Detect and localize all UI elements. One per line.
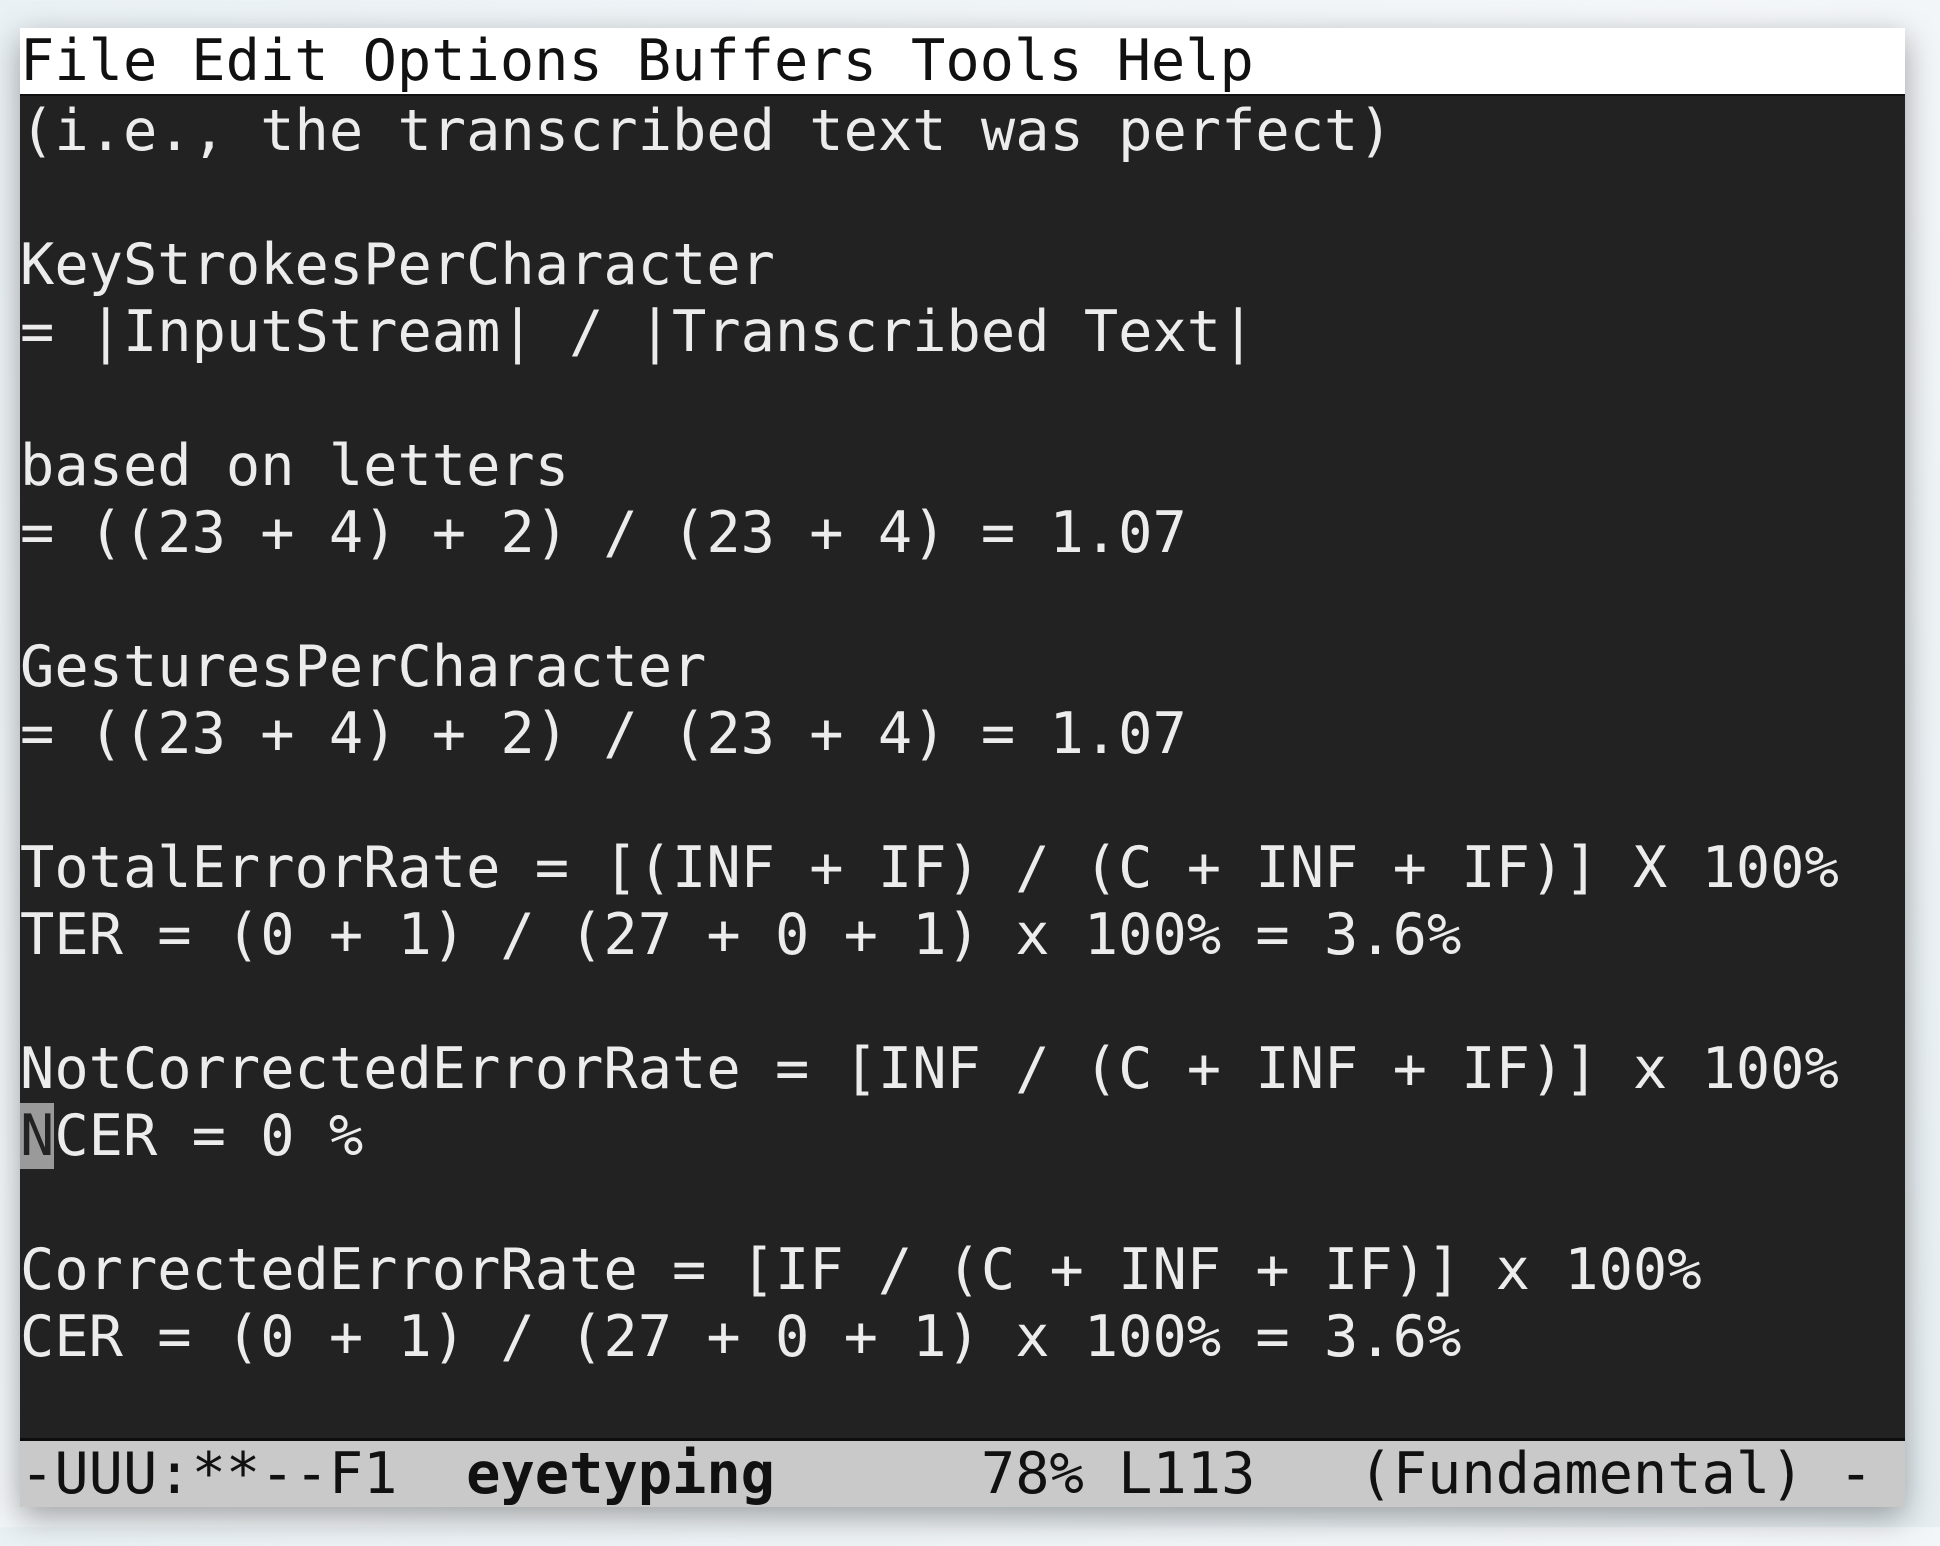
- modeline-position: 78% L113: [774, 1441, 1359, 1507]
- buffer-line: [20, 969, 1905, 1036]
- modeline-buffer-name[interactable]: eyetyping: [466, 1441, 775, 1507]
- buffer-line: = |InputStream| / |Transcribed Text|: [20, 299, 1256, 365]
- menu-buffers[interactable]: Buffers: [637, 28, 877, 94]
- menu-bar: File Edit Options Buffers Tools Help: [20, 28, 1905, 96]
- buffer-line: KeyStrokesPerCharacter: [20, 232, 775, 298]
- buffer-line-cursor: NCER = 0 %: [20, 1103, 1905, 1170]
- modeline-status: -UUU:**--F1: [20, 1441, 467, 1507]
- buffer-line: TotalErrorRate = [(INF + IF) / (C + INF …: [20, 835, 1839, 901]
- buffer-line: NotCorrectedErrorRate = [INF / (C + INF …: [20, 1036, 1839, 1102]
- buffer-line: [20, 165, 1905, 232]
- buffer-line: CorrectedErrorRate = [IF / (C + INF + IF…: [20, 1237, 1702, 1303]
- text-buffer[interactable]: (i.e., the transcribed text was perfect)…: [20, 96, 1905, 1438]
- modeline-major-mode[interactable]: (Fundamental) -: [1358, 1441, 1873, 1507]
- buffer-line: [20, 768, 1905, 835]
- buffer-line: based on letters: [20, 433, 570, 499]
- buffer-line: [20, 366, 1905, 433]
- buffer-line: CER = (0 + 1) / (27 + 0 + 1) x 100% = 3.…: [20, 1304, 1462, 1370]
- menu-help[interactable]: Help: [1117, 28, 1254, 94]
- buffer-line: GesturesPerCharacter: [20, 634, 707, 700]
- buffer-line: (i.e., the transcribed text was perfect): [20, 98, 1393, 164]
- mode-line: -UUU:**--F1 eyetyping 78% L113 (Fundamen…: [20, 1438, 1905, 1507]
- buffer-line-empty: [20, 1371, 1905, 1438]
- buffer-line: = ((23 + 4) + 2) / (23 + 4) = 1.07: [20, 701, 1187, 767]
- buffer-line: [20, 567, 1905, 634]
- text-cursor: N: [20, 1103, 55, 1169]
- emacs-window: File Edit Options Buffers Tools Help (i.e., t…: [20, 28, 1905, 1507]
- buffer-line: TER = (0 + 1) / (27 + 0 + 1) x 100% = 3.…: [20, 902, 1462, 968]
- buffer-line: = ((23 + 4) + 2) / (23 + 4) = 1.07: [20, 500, 1187, 566]
- menu-file[interactable]: File: [20, 28, 157, 94]
- cursor-line-text: CER = 0 %: [54, 1103, 364, 1169]
- menu-options[interactable]: Options: [363, 28, 603, 94]
- menu-tools[interactable]: Tools: [911, 28, 1083, 94]
- buffer-line: [20, 1170, 1905, 1237]
- menu-edit[interactable]: Edit: [191, 28, 328, 94]
